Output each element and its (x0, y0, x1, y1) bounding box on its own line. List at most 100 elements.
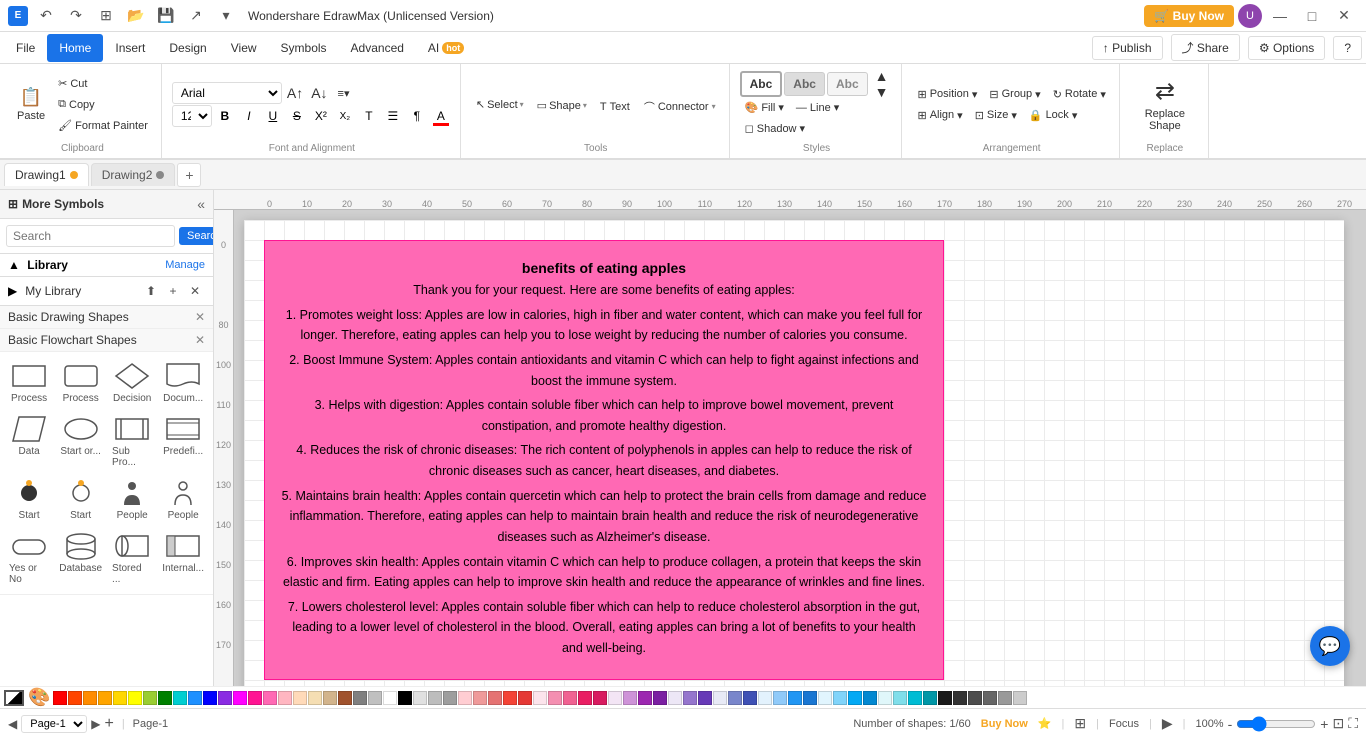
color-swatch[interactable] (503, 691, 517, 705)
color-swatch[interactable] (413, 691, 427, 705)
color-swatch[interactable] (113, 691, 127, 705)
shape-internal[interactable]: Internal... (159, 528, 207, 588)
color-swatch[interactable] (83, 691, 97, 705)
more-button[interactable]: ▾ (214, 4, 238, 28)
fill-button[interactable]: 🎨 Fill ▾ (740, 98, 789, 118)
color-swatch[interactable] (263, 691, 277, 705)
shape-sub-process[interactable]: Sub Pro... (109, 411, 155, 471)
color-swatch[interactable] (458, 691, 472, 705)
previous-page-button[interactable]: ◀ (8, 717, 17, 731)
basic-flowchart-close-button[interactable]: ✕ (195, 333, 205, 347)
rotate-button[interactable]: ↻ Rotate ▾ (1048, 84, 1111, 104)
shadow-button[interactable]: ◻ Shadow ▾ (740, 119, 810, 139)
text-button[interactable]: T Text (595, 97, 635, 117)
para-spacing-button[interactable]: ¶ (406, 105, 428, 127)
color-swatch[interactable] (623, 691, 637, 705)
color-swatch[interactable] (653, 691, 667, 705)
cut-button[interactable]: ✂ Cut (53, 74, 153, 94)
shape-start-outline[interactable]: Start (56, 475, 105, 524)
color-swatch[interactable] (848, 691, 862, 705)
shape-process2[interactable]: Process (56, 358, 105, 407)
styles-expand-button[interactable]: ▲▼ (870, 74, 894, 94)
buy-now-status-button[interactable]: Buy Now (981, 718, 1028, 730)
color-swatch[interactable] (788, 691, 802, 705)
tab-drawing2[interactable]: Drawing2 (91, 163, 176, 186)
color-swatch[interactable] (173, 691, 187, 705)
canvas-workspace[interactable]: 0 80 100 110 120 130 140 150 160 170 (214, 210, 1366, 686)
color-swatch[interactable] (293, 691, 307, 705)
color-swatch[interactable] (953, 691, 967, 705)
size-button[interactable]: ⊡ Size ▾ (970, 105, 1022, 125)
options-button[interactable]: ⚙ Options (1248, 36, 1325, 60)
color-swatch[interactable] (893, 691, 907, 705)
lock-button[interactable]: 🔒 Lock ▾ (1024, 105, 1082, 125)
new-button[interactable]: ⊞ (94, 4, 118, 28)
color-swatch[interactable] (608, 691, 622, 705)
color-swatch[interactable] (518, 691, 532, 705)
manage-link[interactable]: Manage (165, 259, 205, 271)
play-button[interactable]: ▶ (1162, 715, 1173, 732)
open-button[interactable]: 📂 (124, 4, 148, 28)
shape-yes-no[interactable]: Yes or No (6, 528, 52, 588)
canvas-page[interactable]: benefits of eating apples Thank you for … (244, 220, 1344, 686)
color-swatch[interactable] (338, 691, 352, 705)
color-swatch[interactable] (353, 691, 367, 705)
search-button[interactable]: Search (179, 227, 214, 245)
color-swatch[interactable] (368, 691, 382, 705)
shape-process[interactable]: Process (6, 358, 52, 407)
share-button[interactable]: ⤴ Share (1171, 34, 1240, 61)
color-swatch[interactable] (863, 691, 877, 705)
page-selector[interactable]: Page-1 (21, 715, 87, 733)
color-swatch[interactable] (998, 691, 1012, 705)
publish-button[interactable]: ↑ Publish (1092, 36, 1163, 60)
shape-stored[interactable]: Stored ... (109, 528, 155, 588)
style-abc1-button[interactable]: Abc (740, 71, 783, 97)
default-colors-button[interactable] (4, 690, 24, 706)
color-swatch[interactable] (638, 691, 652, 705)
color-swatch[interactable] (683, 691, 697, 705)
chat-bubble-button[interactable]: 💬 (1310, 626, 1350, 666)
select-button[interactable]: ↖ Select ▾ (471, 90, 529, 120)
list-style-button[interactable]: ☰ (382, 105, 404, 127)
color-swatch[interactable] (188, 691, 202, 705)
shape-predefined[interactable]: Predefi... (159, 411, 207, 471)
superscript-button[interactable]: X² (310, 105, 332, 127)
menu-symbols[interactable]: Symbols (269, 34, 339, 62)
undo-button[interactable]: ↶ (34, 4, 58, 28)
color-swatch[interactable] (593, 691, 607, 705)
color-swatch[interactable] (578, 691, 592, 705)
connector-button[interactable]: ⌒ Connector ▾ (639, 97, 721, 117)
color-swatch[interactable] (218, 691, 232, 705)
shape-decision[interactable]: Decision (109, 358, 155, 407)
color-swatch[interactable] (713, 691, 727, 705)
help-button[interactable]: ? (1333, 36, 1362, 60)
style-abc3-button[interactable]: Abc (827, 72, 868, 96)
text-style-button[interactable]: T (358, 105, 380, 127)
color-swatch[interactable] (428, 691, 442, 705)
zoom-out-button[interactable]: - (1228, 716, 1233, 732)
color-swatch[interactable] (488, 691, 502, 705)
color-swatch[interactable] (758, 691, 772, 705)
color-swatch[interactable] (773, 691, 787, 705)
align-shapes-button[interactable]: ⊞ Align ▾ (912, 105, 967, 125)
color-swatch[interactable] (968, 691, 982, 705)
fit-page-button[interactable]: ⊡ (1332, 715, 1344, 732)
menu-advanced[interactable]: Advanced (339, 34, 416, 62)
font-color-button[interactable]: A (430, 105, 452, 127)
collapse-panel-button[interactable]: « (197, 196, 205, 212)
color-swatch[interactable] (248, 691, 262, 705)
align-button[interactable]: ≡▾ (333, 83, 355, 103)
replace-shape-button[interactable]: ⇄ Replace Shape (1130, 70, 1200, 140)
menu-view[interactable]: View (219, 34, 269, 62)
shape-start-filled[interactable]: Start (6, 475, 52, 524)
color-swatch[interactable] (818, 691, 832, 705)
color-swatch[interactable] (833, 691, 847, 705)
menu-file[interactable]: File (4, 34, 47, 62)
color-swatch[interactable] (308, 691, 322, 705)
my-library-export-button[interactable]: ⬆ (141, 281, 161, 301)
color-swatch[interactable] (803, 691, 817, 705)
style-abc2-button[interactable]: Abc (784, 72, 825, 96)
color-swatch[interactable] (563, 691, 577, 705)
color-swatch[interactable] (743, 691, 757, 705)
color-swatch[interactable] (1013, 691, 1027, 705)
